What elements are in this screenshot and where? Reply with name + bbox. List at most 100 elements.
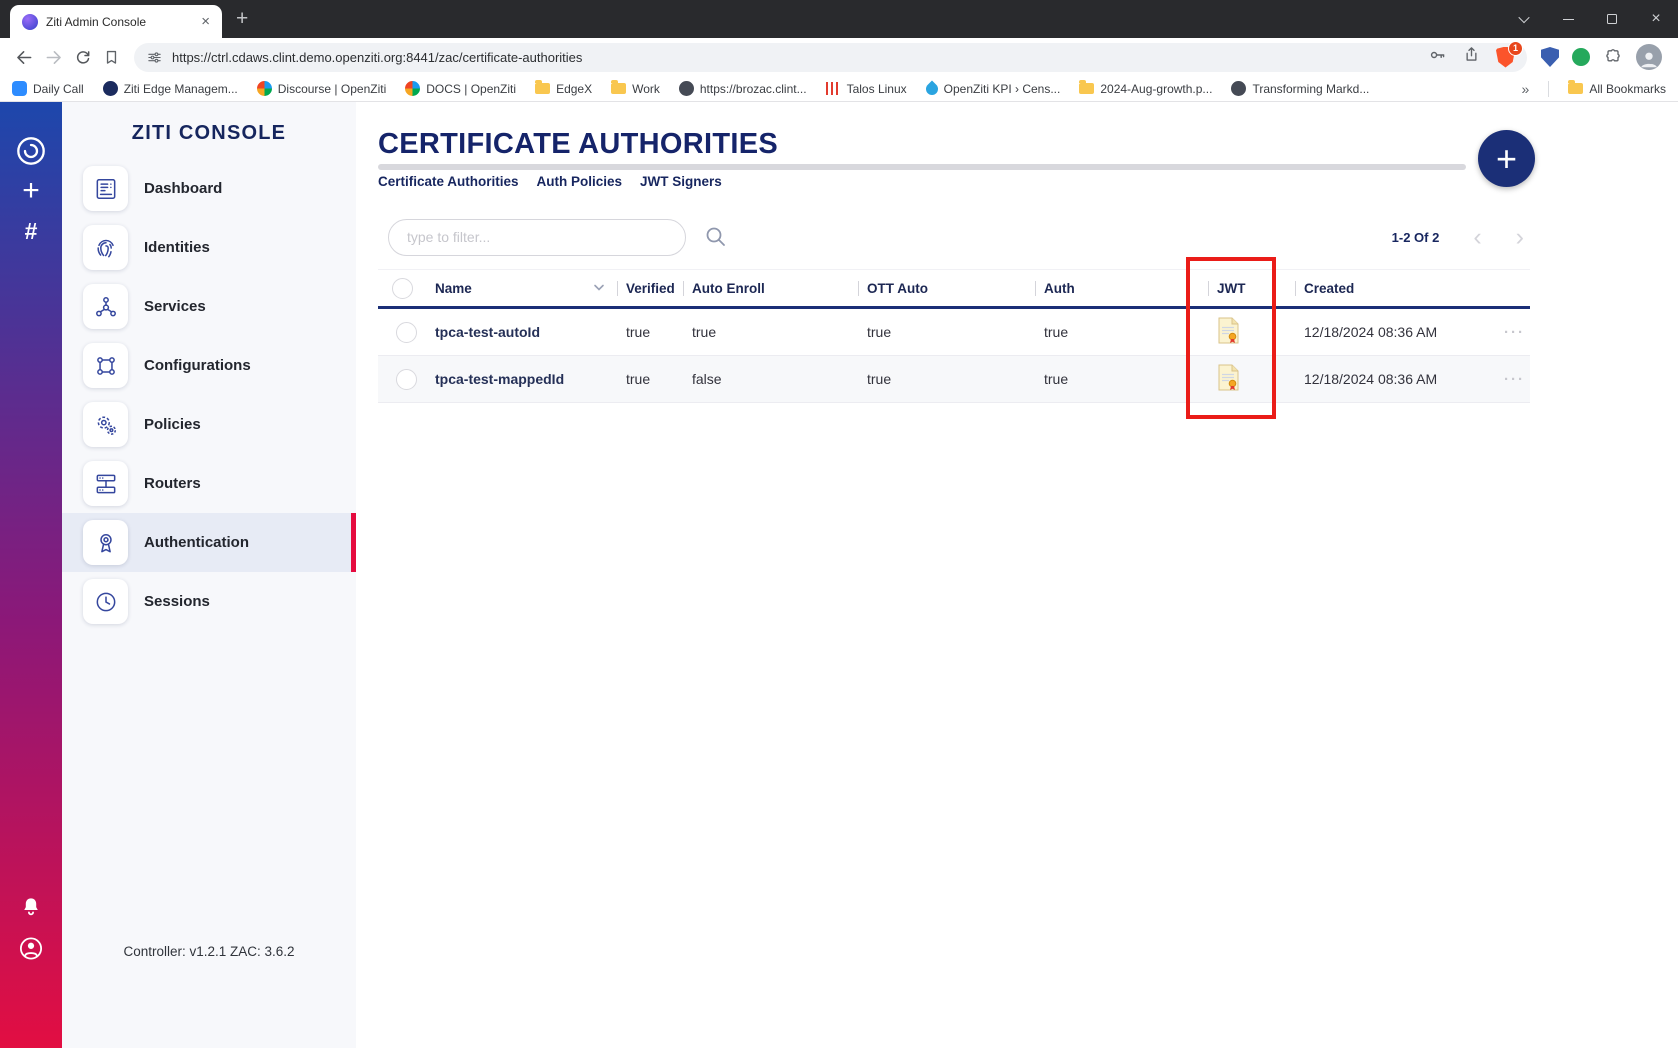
add-certificate-authority-button[interactable]: +	[1478, 130, 1535, 187]
previous-page-icon[interactable]: ‹	[1473, 225, 1481, 250]
site-icon	[1231, 81, 1246, 96]
sidebar-nav: Dashboard Identities Services Configurat…	[62, 159, 356, 631]
brave-shield-icon[interactable]: 1	[1496, 47, 1515, 68]
cell-auto-enroll: true	[683, 324, 858, 340]
row-menu-button[interactable]: ···	[1490, 324, 1530, 341]
sidebar-item-configurations[interactable]: Configurations	[62, 336, 356, 395]
column-header-auto-enroll[interactable]: Auto Enroll	[683, 270, 858, 306]
column-header-created[interactable]: Created	[1295, 270, 1490, 306]
rail-hash-icon[interactable]: #	[25, 218, 38, 245]
filter-input[interactable]	[388, 219, 686, 256]
browser-toolbar: https://ctrl.cdaws.clint.demo.openziti.o…	[0, 38, 1678, 76]
cell-name[interactable]: tpca-test-mappedId	[426, 371, 617, 387]
table-header: Name Verified Auto Enroll OTT Auto Auth …	[378, 269, 1530, 309]
sidebar-item-label: Routers	[144, 475, 201, 492]
profile-avatar[interactable]	[1636, 44, 1662, 70]
reload-button[interactable]	[68, 43, 97, 72]
search-button[interactable]	[703, 224, 729, 250]
window-maximize-button[interactable]	[1590, 0, 1634, 38]
back-button[interactable]	[10, 43, 39, 72]
ziti-logo-icon[interactable]	[16, 136, 46, 166]
sidebar-item-sessions[interactable]: Sessions	[62, 572, 356, 631]
sidebar-item-identities[interactable]: Identities	[62, 218, 356, 277]
row-menu-button[interactable]: ···	[1490, 371, 1530, 388]
sidebar-item-services[interactable]: Services	[62, 277, 356, 336]
cell-name[interactable]: tpca-test-autoId	[426, 324, 617, 340]
forward-button[interactable]	[39, 43, 68, 72]
row-checkbox[interactable]	[378, 322, 426, 343]
bookmarks-bar: Daily Call Ziti Edge Managem... Discours…	[0, 76, 1678, 102]
bookmark-item[interactable]: DOCS | OpenZiti	[405, 81, 516, 96]
new-tab-button[interactable]: +	[236, 7, 248, 31]
password-key-icon[interactable]	[1427, 45, 1447, 70]
authentication-badge-icon	[83, 520, 128, 565]
blue-shield-extension-icon[interactable]	[1541, 47, 1559, 67]
browser-tab[interactable]: Ziti Admin Console ×	[10, 5, 222, 38]
next-page-icon[interactable]: ›	[1516, 225, 1524, 250]
bookmark-item[interactable]: Ziti Edge Managem...	[103, 81, 238, 96]
row-checkbox[interactable]	[378, 369, 426, 390]
discourse-icon	[257, 81, 272, 96]
column-header-verified[interactable]: Verified	[617, 270, 683, 306]
bookmark-item[interactable]: Transforming Markd...	[1231, 81, 1369, 96]
bookmark-item[interactable]: Daily Call	[12, 81, 84, 96]
sidebar-item-authentication[interactable]: Authentication	[62, 513, 356, 572]
select-all-checkbox[interactable]	[378, 270, 426, 306]
checkbox-circle[interactable]	[392, 278, 413, 299]
column-header-jwt[interactable]: JWT	[1208, 270, 1295, 306]
bookmark-item[interactable]: https://brozac.clint...	[679, 81, 807, 96]
column-header-ott-auto[interactable]: OTT Auto	[858, 270, 1035, 306]
url-text[interactable]: https://ctrl.cdaws.clint.demo.openziti.o…	[172, 50, 1427, 65]
main-content: CERTIFICATE AUTHORITIES + Certificate Au…	[356, 102, 1678, 1048]
jwt-cert-icon[interactable]	[1217, 317, 1240, 344]
bookmark-item[interactable]: Discourse | OpenZiti	[257, 81, 387, 96]
configurations-icon	[83, 343, 128, 388]
site-icon	[679, 81, 694, 96]
tab-certificate-authorities[interactable]: Certificate Authorities	[378, 174, 519, 189]
green-extension-icon[interactable]	[1572, 48, 1590, 66]
tab-jwt-signers[interactable]: JWT Signers	[640, 174, 722, 189]
cell-jwt[interactable]	[1208, 364, 1295, 394]
sidebar-item-dashboard[interactable]: Dashboard	[62, 159, 356, 218]
reload-icon	[73, 47, 93, 67]
profile-icon[interactable]	[18, 935, 45, 962]
bookmarks-overflow-icon[interactable]: »	[1522, 81, 1530, 97]
share-icon[interactable]	[1462, 45, 1481, 69]
table-row[interactable]: tpca-test-mappedId true false true true …	[378, 356, 1530, 403]
sidebar-item-policies[interactable]: Policies	[62, 395, 356, 454]
bookmark-item[interactable]: EdgeX	[535, 82, 592, 96]
bookmark-button[interactable]	[97, 43, 126, 72]
address-bar[interactable]: https://ctrl.cdaws.clint.demo.openziti.o…	[134, 43, 1527, 72]
rail-add-icon[interactable]: +	[22, 174, 40, 208]
checkbox-circle[interactable]	[396, 369, 417, 390]
window-close-button[interactable]: ×	[1634, 0, 1678, 38]
window-minimize-button[interactable]	[1546, 0, 1590, 38]
bookmark-item[interactable]: 2024-Aug-growth.p...	[1079, 82, 1212, 96]
bookmark-item[interactable]: OpenZiti KPI › Cens...	[926, 82, 1061, 96]
cell-created: 12/18/2024 08:36 AM	[1295, 371, 1490, 387]
talos-icon	[826, 82, 841, 95]
fingerprint-icon	[83, 225, 128, 270]
jwt-cert-icon[interactable]	[1217, 364, 1240, 391]
sort-chevron-icon[interactable]	[593, 284, 605, 292]
tab-search-chevron-icon[interactable]	[1502, 0, 1546, 38]
bookmark-label: Work	[632, 82, 660, 96]
sidebar-item-routers[interactable]: Routers	[62, 454, 356, 513]
tab-auth-policies[interactable]: Auth Policies	[537, 174, 623, 189]
table-row[interactable]: tpca-test-autoId true true true true 12/…	[378, 309, 1530, 356]
cell-ott-auto: true	[858, 324, 1035, 340]
notifications-bell-icon[interactable]	[19, 894, 44, 919]
checkbox-circle[interactable]	[396, 322, 417, 343]
column-header-auth[interactable]: Auth	[1035, 270, 1208, 306]
column-header-name[interactable]: Name	[426, 270, 617, 306]
site-settings-icon[interactable]	[146, 49, 163, 66]
person-icon	[1637, 48, 1661, 70]
bookmark-item[interactable]: Work	[611, 82, 660, 96]
cell-jwt[interactable]	[1208, 317, 1295, 347]
tab-close-icon[interactable]: ×	[197, 13, 214, 30]
window-controls: ×	[1502, 0, 1678, 38]
bookmark-item[interactable]: Talos Linux	[826, 82, 907, 96]
bookmark-label: https://brozac.clint...	[700, 82, 807, 96]
extensions-puzzle-icon[interactable]	[1603, 47, 1623, 67]
all-bookmarks-button[interactable]: All Bookmarks	[1568, 82, 1666, 96]
